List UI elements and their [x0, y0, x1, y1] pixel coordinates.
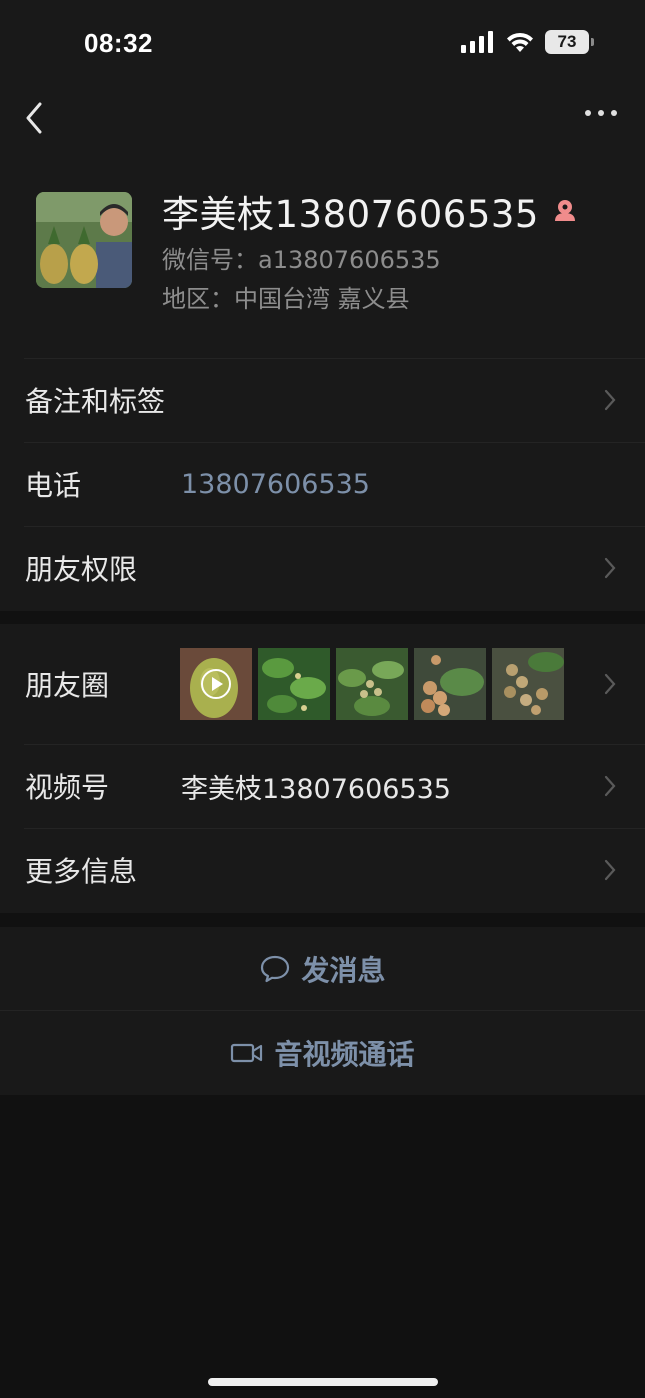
- info-group: 备注和标签 电话 13807606535 朋友权限: [0, 358, 645, 611]
- moments-row[interactable]: 朋友圈: [0, 624, 645, 744]
- home-indicator[interactable]: [208, 1378, 438, 1386]
- phone-row[interactable]: 电话 13807606535: [0, 442, 645, 526]
- moments-thumbnail-video[interactable]: [180, 648, 252, 720]
- video-call-label: 音视频通话: [274, 1038, 415, 1071]
- phone-number-link[interactable]: 13807606535: [181, 469, 370, 500]
- status-time: 08:32: [84, 28, 153, 58]
- divider: [24, 828, 645, 829]
- divider: [24, 744, 645, 745]
- friend-permissions-label: 朋友权限: [25, 553, 138, 586]
- wifi-icon: [507, 32, 533, 52]
- social-group: 朋友圈 视频号 李美枝13807606535 更多信息: [0, 624, 645, 913]
- moments-thumbnail[interactable]: [414, 648, 486, 720]
- profile-header: 李美枝13807606535 微信号：a13807606535 地区：中国台湾 …: [0, 148, 645, 358]
- name-line: 李美枝13807606535: [162, 184, 579, 238]
- remarks-tags-row[interactable]: 备注和标签: [0, 358, 645, 442]
- channels-label: 视频号: [25, 771, 110, 804]
- remarks-tags-label: 备注和标签: [25, 385, 166, 418]
- more-options-icon[interactable]: [585, 110, 617, 116]
- send-message-label: 发消息: [301, 954, 386, 987]
- chevron-right-icon: [604, 557, 616, 579]
- chevron-right-icon: [604, 389, 616, 411]
- channels-row[interactable]: 视频号 李美枝13807606535: [0, 744, 645, 828]
- avatar[interactable]: [36, 192, 132, 288]
- moments-thumbnail[interactable]: [336, 648, 408, 720]
- video-camera-icon: [231, 1043, 263, 1063]
- more-info-row[interactable]: 更多信息: [0, 828, 645, 912]
- moments-thumbnails: [180, 648, 564, 720]
- chevron-right-icon: [604, 859, 616, 881]
- nav-bar: [0, 88, 645, 148]
- battery-indicator: 73: [545, 30, 594, 54]
- wechat-id: 微信号：a13807606535: [162, 246, 441, 274]
- chevron-right-icon: [604, 775, 616, 797]
- back-icon[interactable]: [22, 98, 48, 138]
- send-message-button[interactable]: 发消息: [0, 927, 645, 1011]
- divider: [24, 442, 645, 443]
- status-icons: 73: [461, 30, 594, 54]
- phone-label: 电话: [25, 469, 82, 502]
- more-info-label: 更多信息: [25, 855, 138, 888]
- region: 地区：中国台湾 嘉义县: [162, 285, 410, 313]
- channels-value: 李美枝13807606535: [181, 773, 451, 805]
- chevron-right-icon: [604, 673, 616, 695]
- chat-bubble-icon: [261, 955, 290, 983]
- moments-label: 朋友圈: [25, 669, 110, 702]
- friend-permissions-row[interactable]: 朋友权限: [0, 526, 645, 610]
- moments-thumbnail[interactable]: [492, 648, 564, 720]
- video-call-button[interactable]: 音视频通话: [0, 1011, 645, 1095]
- moments-thumbnail[interactable]: [258, 648, 330, 720]
- contact-name: 李美枝13807606535: [162, 193, 539, 236]
- divider: [24, 526, 645, 527]
- signal-icon: [461, 31, 493, 53]
- status-bar: 08:32 73: [0, 0, 645, 88]
- divider: [24, 358, 645, 359]
- female-icon: [554, 200, 575, 221]
